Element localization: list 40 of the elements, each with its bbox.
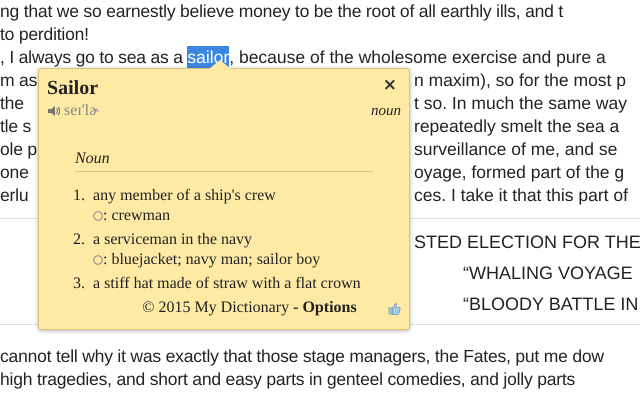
circle-icon: [93, 255, 103, 265]
text-line: to perdition!: [0, 23, 89, 46]
text-line: the: [0, 92, 24, 115]
text-line: surveillance of me, and se: [414, 138, 618, 161]
definition-number: 2.: [73, 230, 85, 250]
synonyms-text: : bluejacket; navy man; sailor boy: [103, 250, 320, 270]
text-line: one: [0, 161, 29, 184]
word-title: Sailor: [47, 77, 98, 99]
heading-text: STED ELECTION FOR THE: [414, 232, 640, 252]
heading-text: “WHALING VOYAGE: [463, 263, 633, 283]
text-line: high tragedies, and short and easy parts in genteel comedies, and jolly parts: [0, 368, 576, 391]
definition-text: a stiff hat made of straw with a flat crown: [93, 274, 361, 294]
definition-text: any member of a ship's crew: [93, 186, 276, 206]
definition-text: a serviceman in the navy: [93, 230, 254, 250]
heading-text: “BLOODY BATTLE IN: [463, 294, 638, 314]
speaker-icon[interactable]: [47, 105, 60, 117]
text-line: ces. I take it that this part of: [414, 184, 629, 207]
text-line: ole p: [0, 138, 37, 161]
text-line: m as: [0, 69, 38, 92]
text-line: repeatedly smelt the sea a: [414, 115, 620, 138]
thumbs-up-icon[interactable]: [388, 302, 401, 314]
text-line: t so. In much the same way: [414, 92, 628, 115]
text-line: cannot tell why it was exactly that those stage managers, the Fates, put me dow: [0, 345, 604, 368]
close-button[interactable]: ×: [382, 77, 397, 94]
circle-icon: [93, 211, 103, 221]
text-line: tle s: [0, 115, 32, 138]
text-line: , because of the wholesome exercise and pure a: [229, 46, 606, 69]
options-link[interactable]: - Options: [293, 298, 357, 318]
pronunciation: seɪ'lɚ: [64, 101, 100, 121]
definition-number: 1.: [73, 186, 85, 206]
section-heading: Noun: [75, 147, 373, 172]
text-line: erlu: [0, 184, 28, 207]
text-line: ng that we so earnestly believe money to be the root of all earthly ills, and t: [0, 0, 563, 23]
text-line: n maxim), so for the most p: [414, 69, 628, 92]
text-line: oyage, formed part of the g: [414, 161, 626, 184]
text-line: , I always go to sea as a: [0, 46, 184, 69]
copyright-text: © 2015 My Dictionary: [142, 298, 290, 318]
synonyms-text: : crewman: [103, 206, 170, 226]
part-of-speech: noun: [371, 102, 401, 121]
definition-number: 3.: [73, 274, 85, 294]
